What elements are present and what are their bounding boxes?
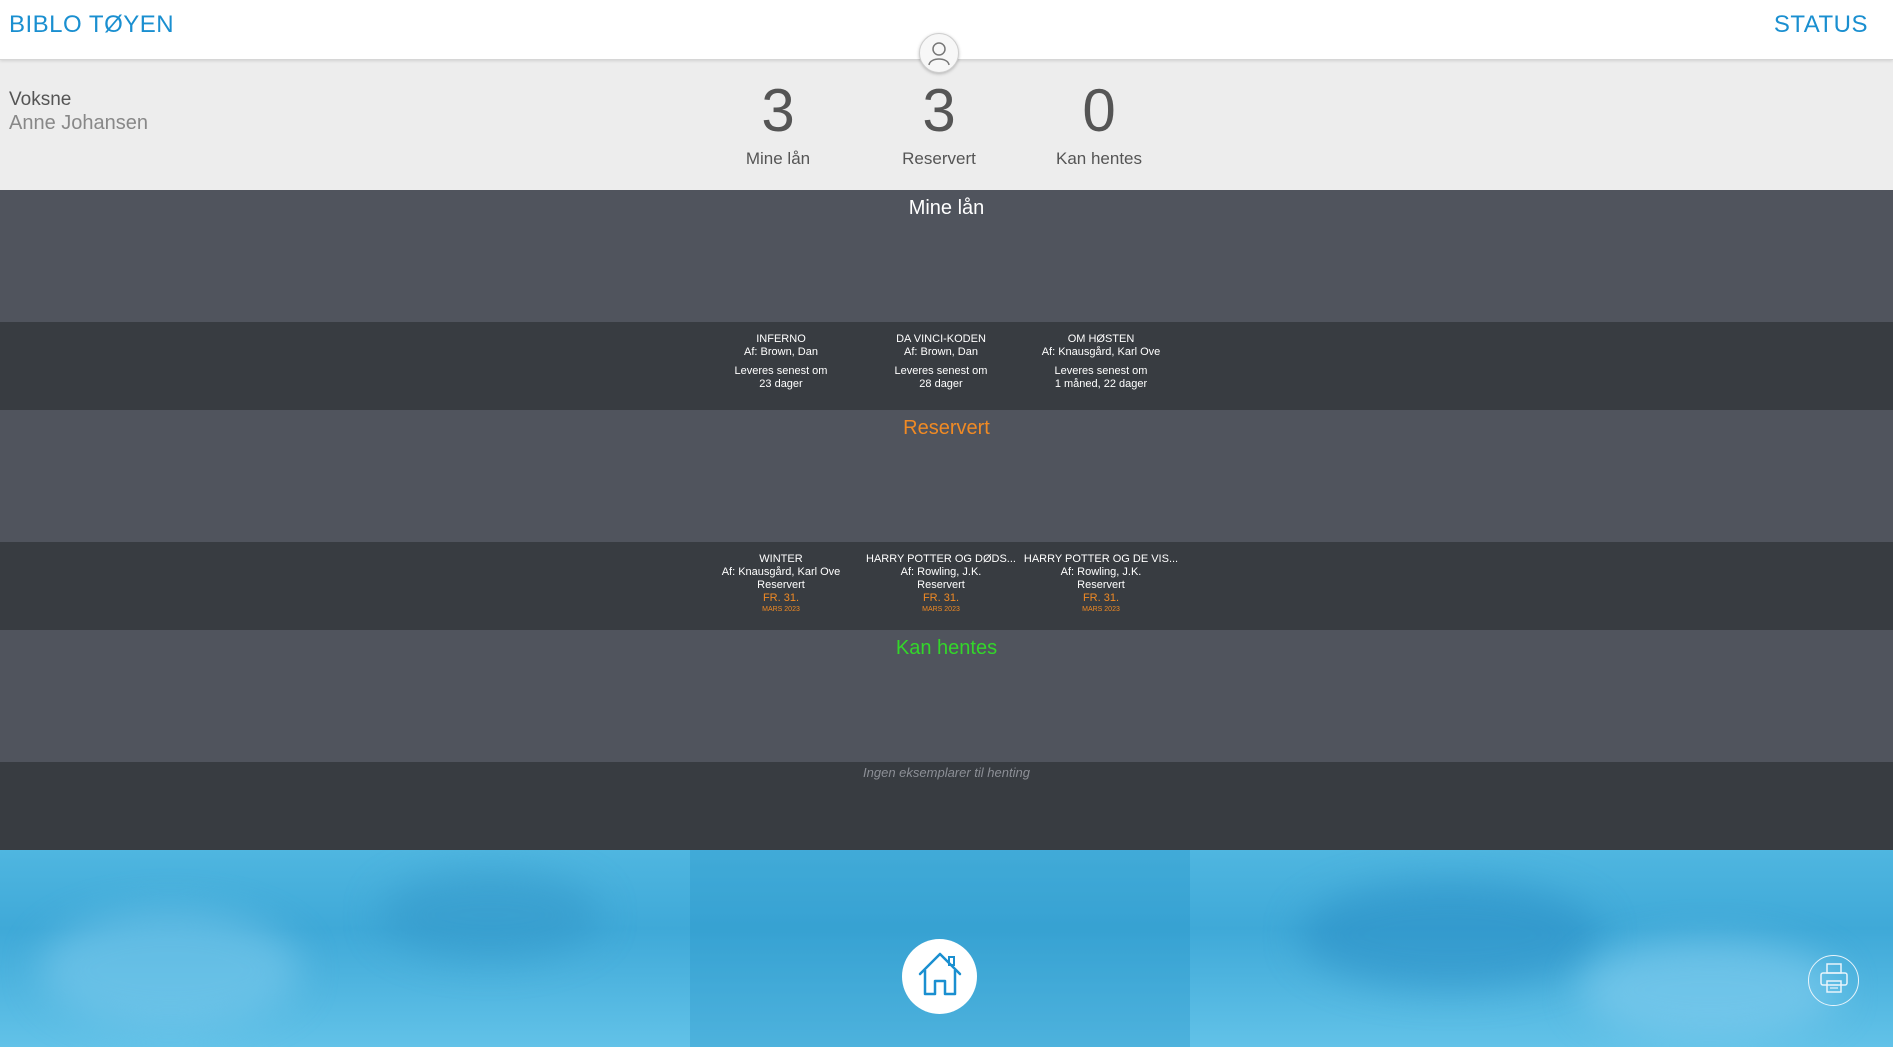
reservation-author: Af: Rowling, J.K. bbox=[900, 566, 982, 578]
reserved-section: Reservert WINTER Af: Knausgård, Karl Ove… bbox=[0, 410, 1893, 613]
pickup-section-title: Kan hentes bbox=[895, 637, 998, 659]
reservation-title: HARRY POTTER OG DE VIS... bbox=[1023, 553, 1179, 565]
background-decoration bbox=[380, 870, 600, 960]
brand-title[interactable]: BIBLO TØYEN bbox=[9, 11, 174, 39]
stat-pickup[interactable]: 0 Kan hentes bbox=[1029, 76, 1169, 169]
reservation-date-month: MARS 2023 bbox=[762, 606, 800, 613]
stat-loans[interactable]: 3 Mine lån bbox=[708, 76, 848, 169]
home-icon bbox=[914, 948, 966, 1005]
reservation-date-month: MARS 2023 bbox=[1082, 606, 1120, 613]
reservation-item[interactable]: HARRY POTTER OG DE VIS... Af: Rowling, J… bbox=[1021, 553, 1181, 614]
patron-name: Anne Johansen bbox=[9, 112, 149, 134]
loan-due-value: 28 dager bbox=[919, 378, 963, 390]
loan-due-value: 23 dager bbox=[759, 378, 803, 390]
print-button[interactable] bbox=[1808, 955, 1859, 1006]
home-button[interactable] bbox=[902, 939, 977, 1014]
reservation-date: FR. 31. bbox=[762, 592, 800, 604]
stat-reserved-count: 3 bbox=[922, 77, 956, 144]
loan-due-label: Leveres senest om bbox=[734, 365, 828, 377]
reservation-title: WINTER bbox=[759, 553, 803, 565]
pickup-empty-message: Ingen eksemplarer til henting bbox=[863, 765, 1030, 780]
reservation-date: FR. 31. bbox=[1082, 592, 1120, 604]
patron-summary: Voksne Anne Johansen 3 Mine lån 3 Reserv… bbox=[0, 60, 1893, 190]
user-icon bbox=[919, 33, 959, 73]
stat-reserved-label: Reservert bbox=[902, 149, 976, 168]
background-decoration bbox=[1580, 940, 1840, 1040]
loan-author: Af: Brown, Dan bbox=[904, 346, 978, 358]
stat-reserved[interactable]: 3 Reservert bbox=[869, 76, 1009, 169]
reservation-author: Af: Knausgård, Karl Ove bbox=[721, 566, 841, 578]
reservation-date: FR. 31. bbox=[922, 592, 960, 604]
pickup-section: Kan hentes Ingen eksemplarer til henting bbox=[0, 630, 1893, 806]
background-decoration bbox=[40, 910, 300, 1030]
stat-loans-count: 3 bbox=[761, 77, 795, 144]
loans-section: Mine lån INFERNO Af: Brown, Dan Leveres … bbox=[0, 190, 1893, 390]
background-decoration bbox=[1300, 880, 1600, 990]
stat-loans-label: Mine lån bbox=[745, 149, 811, 168]
patron-category: Voksne bbox=[9, 89, 72, 110]
loan-due-value: 1 måned, 22 dager bbox=[1054, 378, 1148, 390]
loan-item[interactable]: INFERNO Af: Brown, Dan Leveres senest om… bbox=[701, 333, 861, 391]
reservation-status: Reservert bbox=[917, 579, 965, 591]
loan-due-label: Leveres senest om bbox=[894, 365, 988, 377]
loan-due-label: Leveres senest om bbox=[1054, 365, 1148, 377]
loan-title: DA VINCI-KODEN bbox=[896, 333, 986, 345]
stat-pickup-count: 0 bbox=[1082, 77, 1116, 144]
loan-item[interactable]: OM HØSTEN Af: Knausgård, Karl Ove Levere… bbox=[1021, 333, 1181, 391]
reservation-author: Af: Rowling, J.K. bbox=[1060, 566, 1142, 578]
status-link[interactable]: STATUS bbox=[1774, 11, 1868, 39]
reservation-item[interactable]: WINTER Af: Knausgård, Karl Ove Reservert… bbox=[701, 553, 861, 614]
reservation-date-month: MARS 2023 bbox=[922, 606, 960, 613]
loan-item[interactable]: DA VINCI-KODEN Af: Brown, Dan Leveres se… bbox=[861, 333, 1021, 391]
bottom-bar bbox=[0, 850, 1893, 1047]
reservation-title: HARRY POTTER OG DØDS... bbox=[866, 553, 1016, 565]
loan-author: Af: Knausgård, Karl Ove bbox=[1041, 346, 1161, 358]
reservation-status: Reservert bbox=[1077, 579, 1125, 591]
reservation-item[interactable]: HARRY POTTER OG DØDS... Af: Rowling, J.K… bbox=[861, 553, 1021, 614]
loan-title: INFERNO bbox=[756, 333, 806, 345]
reservation-status: Reservert bbox=[757, 579, 805, 591]
printer-icon bbox=[1817, 961, 1851, 1000]
loan-title: OM HØSTEN bbox=[1067, 333, 1135, 345]
stat-pickup-label: Kan hentes bbox=[1055, 149, 1142, 168]
loan-author: Af: Brown, Dan bbox=[744, 346, 818, 358]
